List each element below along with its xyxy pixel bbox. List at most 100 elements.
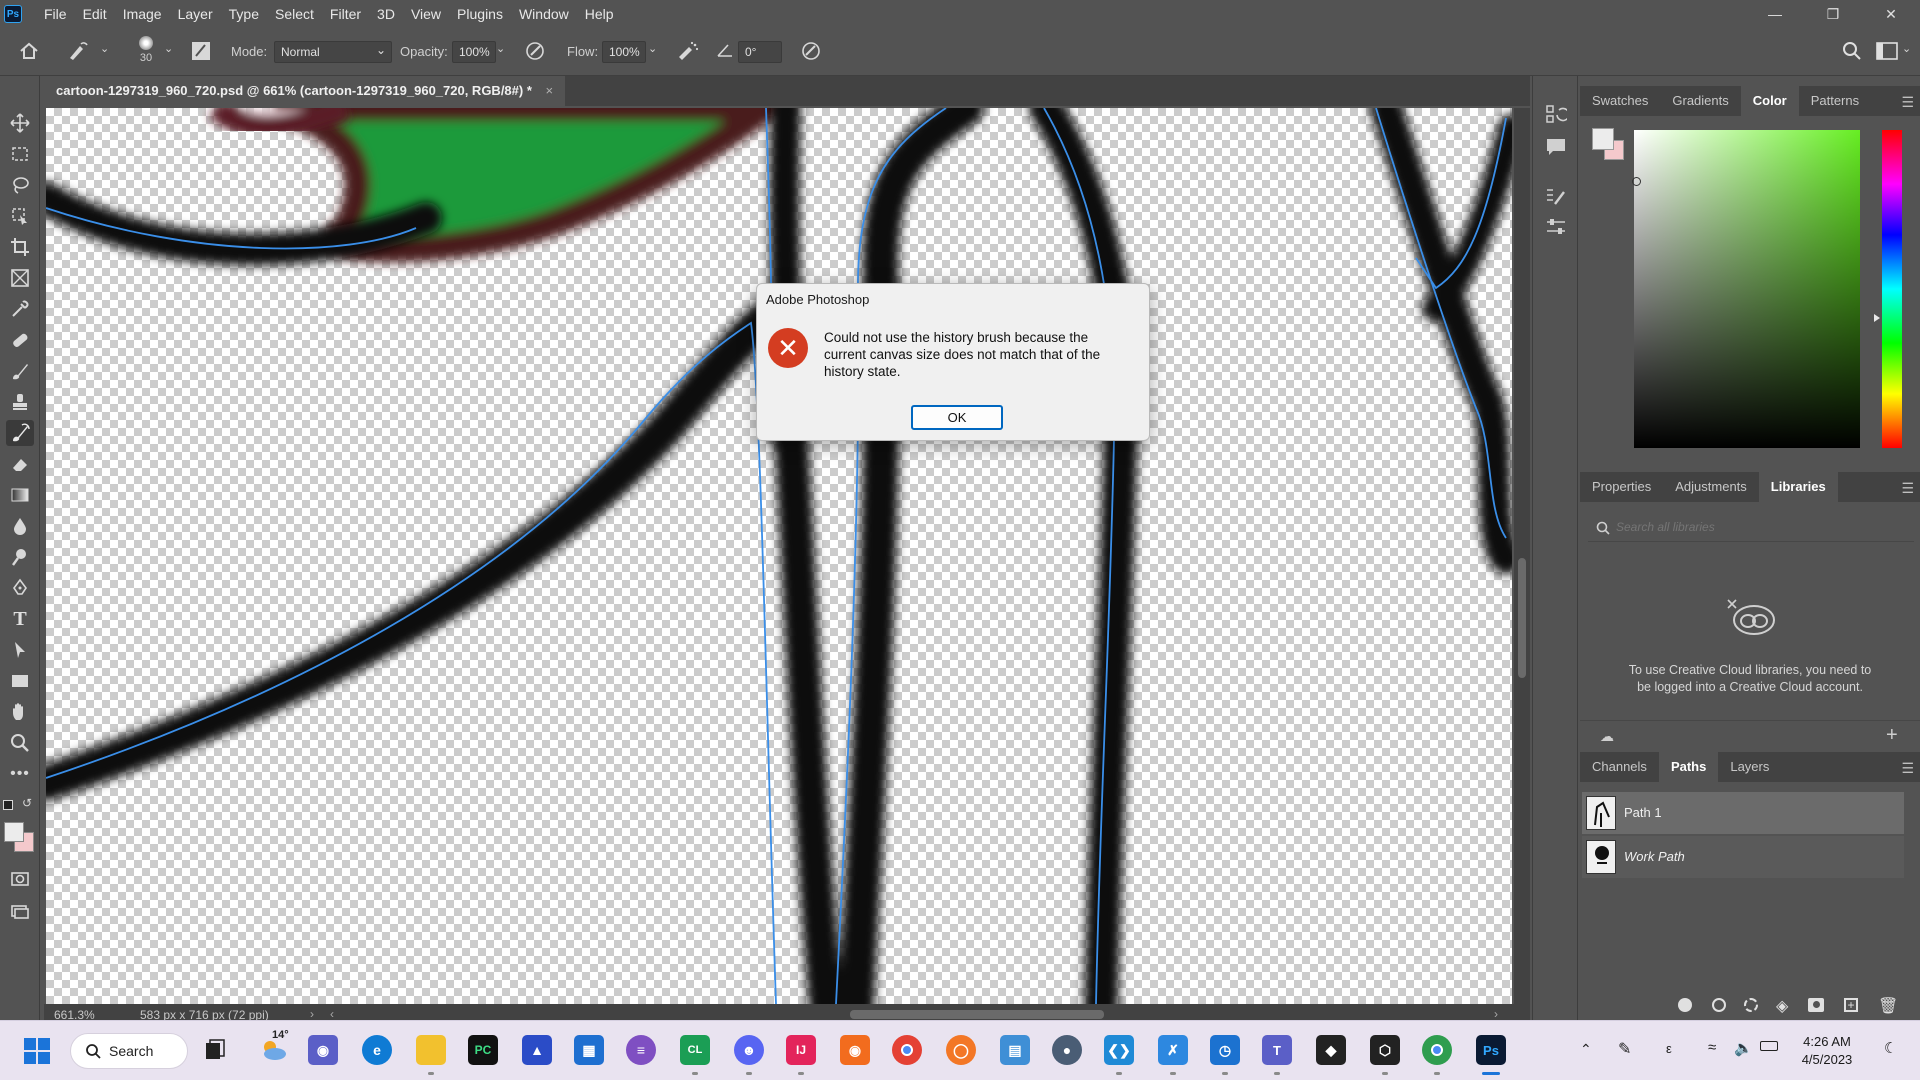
- fill-path-icon[interactable]: [1678, 998, 1692, 1012]
- libraries-search-input[interactable]: [1616, 517, 1896, 537]
- pycharm-icon[interactable]: PC: [468, 1035, 498, 1065]
- menu-file[interactable]: File: [36, 0, 75, 28]
- angle-input[interactable]: 0°: [738, 41, 782, 63]
- ok-button[interactable]: OK: [911, 405, 1003, 430]
- quick-mask-icon[interactable]: [6, 866, 34, 892]
- menu-layer[interactable]: Layer: [170, 0, 221, 28]
- horizontal-scroll-thumb[interactable]: [850, 1010, 1104, 1019]
- zoom-tool-icon[interactable]: [6, 730, 34, 756]
- hand-tool-icon[interactable]: [6, 699, 34, 725]
- brush-settings-panel-icon[interactable]: [1545, 186, 1567, 208]
- path-row[interactable]: Path 1: [1582, 792, 1904, 834]
- windows-start-icon[interactable]: [22, 1036, 52, 1066]
- tab-swatches[interactable]: Swatches: [1580, 86, 1660, 116]
- input-indicator-icon[interactable]: ε: [1666, 1041, 1672, 1056]
- panel-menu-icon[interactable]: ☰: [1901, 94, 1914, 111]
- edge-browser-icon[interactable]: e: [362, 1035, 392, 1065]
- taskbar-search[interactable]: Search: [70, 1033, 188, 1069]
- flow-input[interactable]: 100%: [602, 41, 646, 63]
- microsoft-store-icon[interactable]: ▦: [574, 1035, 604, 1065]
- color-picker-field[interactable]: [1634, 130, 1860, 448]
- brush-settings-icon[interactable]: [190, 40, 212, 62]
- blur-tool-icon[interactable]: [6, 513, 34, 539]
- clion-icon[interactable]: CL: [680, 1035, 710, 1065]
- pressure-opacity-icon[interactable]: [524, 40, 546, 62]
- opacity-input[interactable]: 100%: [452, 41, 496, 63]
- gradient-tool-icon[interactable]: [6, 482, 34, 508]
- mode-select[interactable]: Normal ⌄: [274, 41, 392, 63]
- unity-hub-icon[interactable]: ⬡: [1370, 1035, 1400, 1065]
- outlook-clock-icon[interactable]: ◷: [1210, 1035, 1240, 1065]
- default-colors-icon[interactable]: [3, 800, 13, 810]
- pen-menu-icon[interactable]: ✎: [1618, 1039, 1631, 1059]
- color-fg-swatch[interactable]: [1592, 128, 1614, 150]
- history-brush-tool-icon[interactable]: [6, 420, 34, 446]
- discord-icon[interactable]: ☻: [734, 1035, 764, 1065]
- object-selection-tool-icon[interactable]: [6, 203, 34, 229]
- brush-preset-picker[interactable]: 30: [134, 36, 158, 70]
- pen-tool-icon[interactable]: [6, 575, 34, 601]
- intellij-icon[interactable]: IJ: [786, 1035, 816, 1065]
- make-work-path-icon[interactable]: ◈: [1776, 996, 1788, 1016]
- type-tool-icon[interactable]: T: [6, 606, 34, 632]
- document-tab[interactable]: cartoon-1297319_960_720.psd @ 661% (cart…: [44, 76, 566, 106]
- chevron-right-icon[interactable]: ›: [310, 1007, 314, 1021]
- eclipse-icon[interactable]: ≡: [626, 1035, 656, 1065]
- app-circle-icon[interactable]: ●: [1052, 1035, 1082, 1065]
- volume-icon[interactable]: 🔈: [1734, 1039, 1753, 1057]
- tab-libraries[interactable]: Libraries: [1758, 472, 1838, 502]
- stroke-path-icon[interactable]: [1712, 998, 1726, 1012]
- healing-brush-tool-icon[interactable]: [6, 327, 34, 353]
- notifications-icon[interactable]: ☾: [1884, 1039, 1897, 1057]
- scroll-thumb[interactable]: [1518, 558, 1526, 678]
- tab-color[interactable]: Color: [1740, 86, 1799, 116]
- control-panel-icon[interactable]: ▤: [1000, 1035, 1030, 1065]
- tab-layers[interactable]: Layers: [1718, 752, 1781, 782]
- comments-panel-icon[interactable]: [1545, 136, 1567, 158]
- chevron-down-icon[interactable]: ⌄: [648, 42, 657, 55]
- eraser-tool-icon[interactable]: [6, 451, 34, 477]
- lasso-tool-icon[interactable]: [6, 172, 34, 198]
- crop-tool-icon[interactable]: [6, 234, 34, 260]
- menu-view[interactable]: View: [403, 0, 449, 28]
- rectangle-tool-icon[interactable]: [6, 668, 34, 694]
- chevron-down-icon[interactable]: ⌄: [1902, 42, 1911, 55]
- swap-colors-icon[interactable]: ↺: [22, 796, 32, 810]
- history-panel-icon[interactable]: [1545, 104, 1567, 126]
- chevron-down-icon[interactable]: ⌄: [100, 42, 109, 55]
- frame-tool-icon[interactable]: [6, 265, 34, 291]
- move-tool-icon[interactable]: [6, 110, 34, 136]
- delete-path-icon[interactable]: 🗑: [1878, 996, 1898, 1016]
- vertical-scrollbar[interactable]: [1514, 108, 1530, 1004]
- more-tools-icon[interactable]: •••: [6, 761, 34, 787]
- panel-menu-icon[interactable]: ☰: [1901, 480, 1914, 497]
- menu-window[interactable]: Window: [511, 0, 577, 28]
- taskbar-clock[interactable]: 4:26 AM 4/5/2023: [1790, 1033, 1864, 1069]
- chevron-right-icon[interactable]: ›: [1494, 1007, 1498, 1021]
- chrome-profile-icon[interactable]: [1422, 1035, 1452, 1065]
- minimize-icon[interactable]: —: [1746, 0, 1804, 28]
- menu-type[interactable]: Type: [221, 0, 267, 28]
- screen-mode-icon[interactable]: [6, 898, 34, 924]
- battery-icon[interactable]: [1760, 1041, 1778, 1051]
- hue-slider[interactable]: [1882, 130, 1902, 448]
- workspace-icon[interactable]: [1876, 42, 1898, 60]
- tab-gradients[interactable]: Gradients: [1660, 86, 1740, 116]
- menu-plugins[interactable]: Plugins: [449, 0, 511, 28]
- path-row[interactable]: Work Path: [1582, 836, 1904, 878]
- tab-properties[interactable]: Properties: [1580, 472, 1663, 502]
- close-tab-icon[interactable]: ×: [546, 83, 554, 98]
- add-mask-icon[interactable]: [1808, 998, 1824, 1012]
- teams-meet-icon[interactable]: ◉: [308, 1035, 338, 1065]
- blender-icon[interactable]: ◉: [840, 1035, 870, 1065]
- airbrush-icon[interactable]: [676, 40, 700, 62]
- menu-filter[interactable]: Filter: [322, 0, 369, 28]
- menu-3d[interactable]: 3D: [369, 0, 403, 28]
- show-hidden-icons-icon[interactable]: ⌃: [1580, 1041, 1592, 1058]
- menu-edit[interactable]: Edit: [75, 0, 115, 28]
- new-path-icon[interactable]: +: [1844, 998, 1858, 1012]
- clone-stamp-tool-icon[interactable]: [6, 389, 34, 415]
- eyedropper-tool-icon[interactable]: [6, 296, 34, 322]
- history-brush-tool-icon[interactable]: [66, 40, 90, 62]
- load-selection-icon[interactable]: [1744, 998, 1758, 1012]
